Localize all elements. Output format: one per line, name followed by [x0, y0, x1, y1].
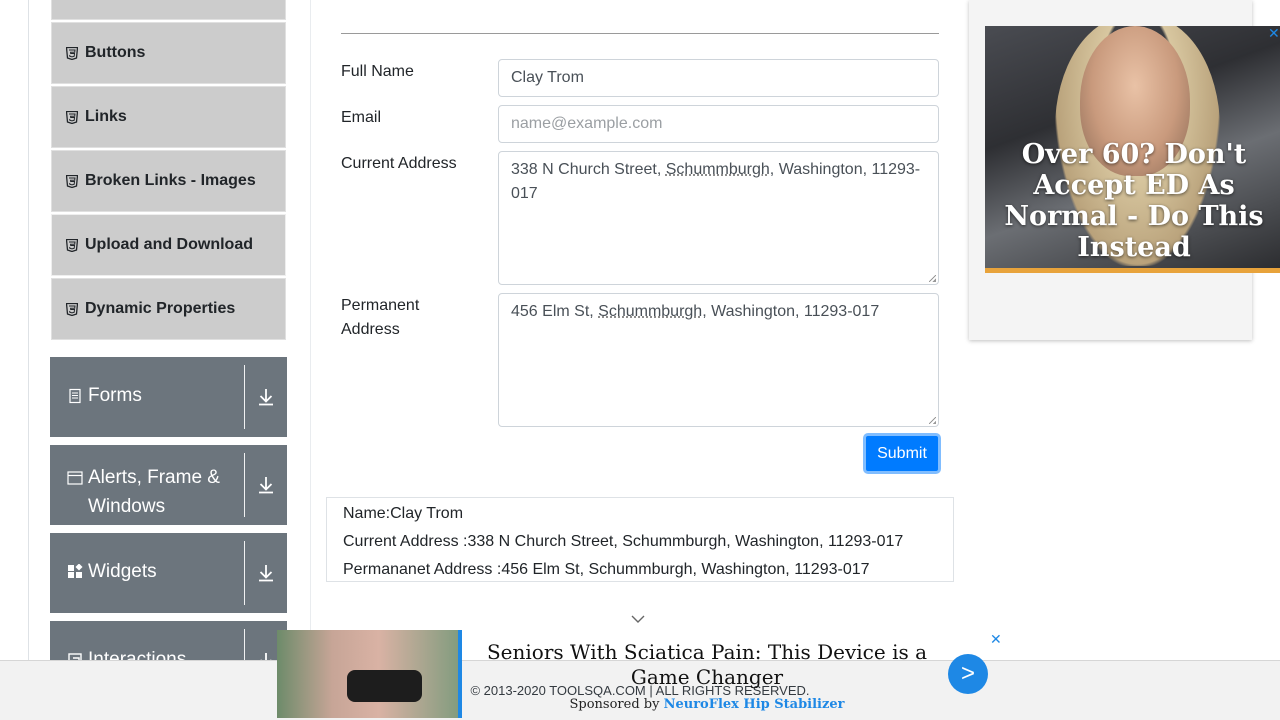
- sidebar-item-label: Dynamic Properties: [85, 300, 236, 317]
- permanent-address-text: , Washington, 11293-017: [702, 303, 880, 320]
- sidebar-item-label: Links: [85, 108, 127, 125]
- current-address-text: 338 N Church Street,: [511, 161, 666, 178]
- download-arrow-icon: [259, 389, 273, 406]
- current-address-textarea[interactable]: 338 N Church Street, Schummburgh, Washin…: [498, 151, 939, 285]
- sidebar-item-dynamic-properties[interactable]: Dynamic Properties: [51, 278, 286, 340]
- permanent-address-label-line: Permanent: [341, 297, 420, 314]
- forms-icon: [69, 388, 81, 404]
- sidebar-item-buttons[interactable]: Buttons: [51, 22, 286, 84]
- output-permanent-address: Permananet Address :456 Elm St, Schummbu…: [343, 561, 870, 578]
- current-address-text: Schummburgh: [665, 161, 770, 178]
- current-address-label: Current Address: [341, 155, 457, 172]
- sidebar-left-border: [28, 0, 29, 720]
- html5-icon: [66, 174, 78, 188]
- email-placeholder: name@example.com: [511, 115, 663, 132]
- permanent-address-label: Permanent Address: [341, 294, 419, 342]
- sidebar-item-label: Upload and Download: [85, 236, 253, 253]
- permanent-address-text: 456 Elm St,: [511, 303, 599, 320]
- group-label: Widgets: [88, 561, 157, 582]
- full-name-label: Full Name: [341, 63, 414, 80]
- resize-handle[interactable]: [929, 275, 936, 282]
- expand-button[interactable]: [245, 533, 287, 613]
- output-box: Name:Clay Trom Current Address :338 N Ch…: [326, 497, 954, 582]
- sidebar-item-previous[interactable]: [51, 0, 286, 20]
- html5-icon: [66, 238, 78, 252]
- full-name-input[interactable]: Clay Trom: [498, 59, 939, 97]
- ad-banner-bottom[interactable]: Seniors With Sciatica Pain: This Device …: [277, 630, 1005, 718]
- divider: [244, 541, 245, 605]
- ad-sponsor-name[interactable]: NeuroFlex Hip Stabilizer: [664, 697, 845, 712]
- divider: [244, 365, 245, 429]
- download-arrow-icon: [259, 477, 273, 494]
- html5-icon: [66, 46, 78, 60]
- ad-sponsor: Sponsored by NeuroFlex Hip Stabilizer: [472, 697, 942, 712]
- window-icon: [67, 471, 83, 485]
- sidebar-item-label: Buttons: [85, 44, 146, 61]
- group-label: Forms: [88, 385, 142, 406]
- permanent-address-label-line: Address: [341, 321, 400, 338]
- full-name-value: Clay Trom: [511, 69, 584, 86]
- email-label: Email: [341, 109, 382, 126]
- output-current-address: Current Address :338 N Church Street, Sc…: [343, 533, 904, 550]
- ad-image: [277, 630, 462, 718]
- form-divider: [341, 33, 939, 34]
- ad-go-button[interactable]: >: [948, 654, 988, 694]
- ad-accent-bar: [458, 630, 462, 718]
- ad-accent-bar: [985, 268, 1280, 273]
- sidebar-group-alerts[interactable]: Alerts, Frame & Windows: [50, 445, 287, 525]
- sidebar-item-upload-download[interactable]: Upload and Download: [51, 214, 286, 276]
- resize-handle[interactable]: [929, 417, 936, 424]
- sidebar-item-links[interactable]: Links: [51, 86, 286, 148]
- close-icon[interactable]: ✕: [1268, 26, 1280, 40]
- ad-photo-brace: [347, 670, 422, 702]
- sidebar-item-broken-links[interactable]: Broken Links - Images: [51, 150, 286, 212]
- expand-button[interactable]: [245, 357, 287, 437]
- close-icon[interactable]: ✕: [990, 631, 1002, 648]
- ad-headline[interactable]: Seniors With Sciatica Pain: This Device …: [472, 640, 942, 690]
- html5-icon: [66, 302, 78, 316]
- output-name: Name:Clay Trom: [343, 505, 464, 522]
- ad-headline[interactable]: Over 60? Don't Accept ED As Normal - Do …: [995, 139, 1273, 263]
- sidebar-group-widgets[interactable]: Widgets: [50, 533, 287, 613]
- sidebar-right-border: [310, 0, 311, 720]
- chevron-down-icon[interactable]: [630, 612, 646, 626]
- group-label: Alerts, Frame & Windows: [88, 467, 220, 517]
- email-input[interactable]: name@example.com: [498, 105, 939, 143]
- download-arrow-icon: [259, 565, 273, 582]
- widgets-icon: [68, 564, 83, 578]
- expand-button[interactable]: [245, 445, 287, 525]
- html5-icon: [66, 110, 78, 124]
- permanent-address-textarea[interactable]: 456 Elm St, Schummburgh, Washington, 112…: [498, 293, 939, 427]
- sidebar-group-forms[interactable]: Forms: [50, 357, 287, 437]
- submit-button[interactable]: Submit: [863, 433, 941, 474]
- permanent-address-text: Schummburgh: [598, 303, 703, 320]
- divider: [244, 453, 245, 517]
- ad-sponsor-prefix: Sponsored by: [569, 697, 664, 712]
- sidebar-item-label: Broken Links - Images: [85, 172, 256, 189]
